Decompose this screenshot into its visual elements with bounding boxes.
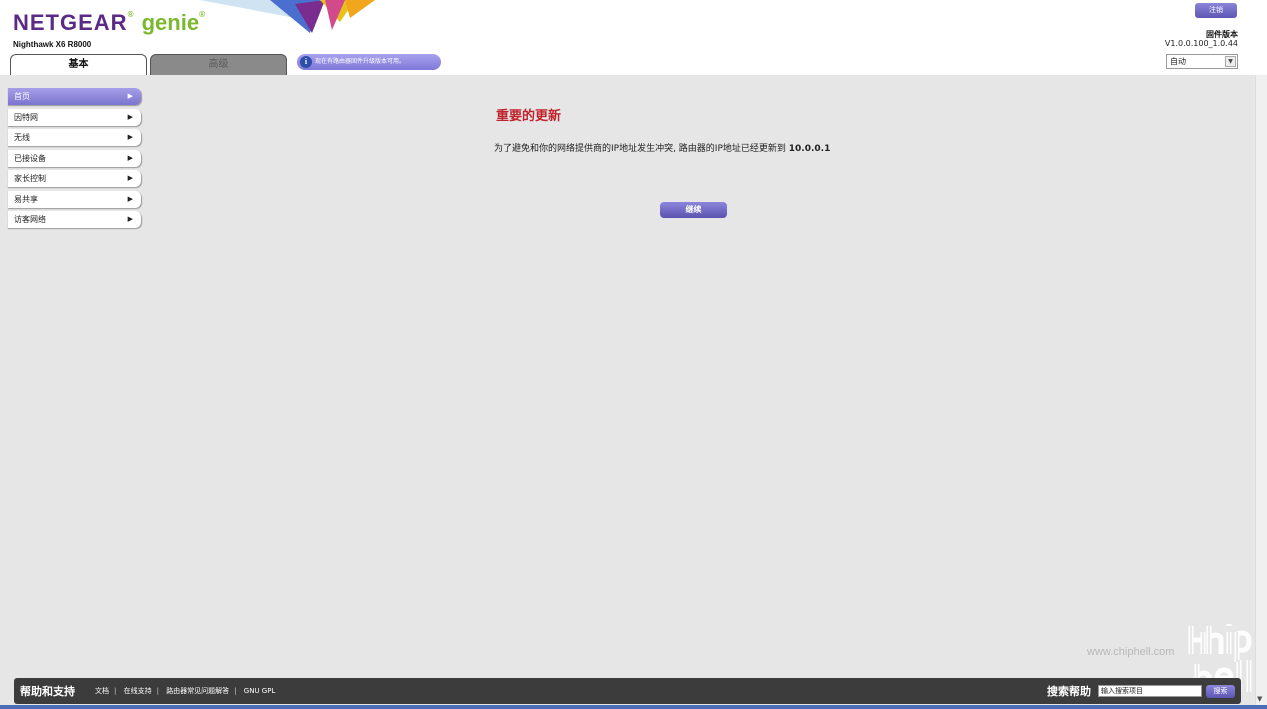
chevron-down-icon[interactable]: ▼ [1225,56,1236,67]
footer-link-online-support[interactable]: 在线支持 [124,687,152,695]
sidebar-item-label: 首页 [14,92,30,101]
footer-separator: | [114,687,117,695]
help-search-input[interactable]: 输入搜索项目 [1098,685,1202,697]
caret-right-icon: ▶ [127,112,133,121]
update-message: 为了避免和你的网络提供商的IP地址发生冲突, 路由器的IP地址已经更新到 10.… [494,141,830,154]
watermark-text: www.chiphell.com [1087,646,1175,658]
caret-right-icon: ▶ [127,153,133,162]
sidebar-item-label: 因特网 [14,112,38,122]
tab-advanced[interactable]: 高级 [150,54,287,75]
sidebar-item-label: 已接设备 [14,153,46,163]
logo-netgear-text: NETGEAR [13,10,128,35]
caret-right-icon: ▶ [127,92,133,100]
footer-links: 文档 | 在线支持 | 路由器常见问题解答 | GNU GPL [95,686,275,696]
sidebar: 首页 ▶ 因特网 ▶ 无线 ▶ 已接设备 ▶ 家长控制 ▶ 易共享 ▶ 访客网络… [7,88,141,232]
info-icon: i [300,56,312,68]
firmware-update-notice[interactable]: i 现在有路由器固件升级版本可用。 [297,54,441,70]
sidebar-item-guest-network[interactable]: 访客网络 ▶ [7,211,141,228]
footer-search-label: 搜索帮助 [1047,685,1091,698]
logout-button[interactable]: 注销 [1195,3,1237,18]
footer-help-title: 帮助和支持 [20,685,75,698]
help-search-button[interactable]: 搜索 [1206,685,1235,698]
update-message-text: 为了避免和你的网络提供商的IP地址发生冲突, 路由器的IP地址已经更新到 [494,144,786,154]
bottom-bar [0,705,1267,709]
new-ip-address: 10.0.0.1 [788,144,831,154]
tab-basic[interactable]: 基本 [10,54,147,75]
language-select-value: 自动 [1170,57,1186,66]
caret-right-icon: ▶ [127,133,133,141]
footer-separator: | [234,687,237,695]
sidebar-item-home[interactable]: 首页 ▶ [7,88,141,105]
sidebar-item-label: 家长控制 [14,174,46,183]
firmware-version: V1.0.0.100_1.0.44 [1164,39,1238,48]
language-select[interactable]: 自动 ▼ [1166,54,1238,69]
sidebar-item-label: 无线 [14,133,30,142]
footer-link-documentation[interactable]: 文档 [95,687,109,695]
netgear-genie-logo[interactable]: NETGEAR® genie® [13,10,206,36]
sidebar-item-readyshare[interactable]: 易共享 ▶ [7,190,141,208]
caret-right-icon: ▶ [127,215,133,223]
footer: 帮助和支持 文档 | 在线支持 | 路由器常见问题解答 | GNU GPL 搜索帮助 … [14,678,1241,704]
sidebar-item-wireless[interactable]: 无线 ▶ [7,129,141,146]
page-title: 重要的更新 [496,109,562,124]
sidebar-item-parental-controls[interactable]: 家长控制 ▶ [7,170,141,187]
scroll-down-icon[interactable]: ▼ [1257,695,1262,703]
sidebar-item-label: 访客网络 [14,215,46,224]
router-model: Nighthawk X6 R8000 [13,40,92,49]
brand-art-graphic [200,0,375,33]
scrollbar[interactable] [1255,75,1267,705]
sidebar-item-label: 易共享 [14,194,38,204]
footer-link-gnu-gpl[interactable]: GNU GPL [244,687,276,695]
footer-separator: | [156,687,159,695]
sidebar-item-internet[interactable]: 因特网 ▶ [7,108,141,126]
continue-button[interactable]: 继续 [660,202,727,218]
logo-genie-text: genie [141,10,200,35]
caret-right-icon: ▶ [127,194,133,203]
sidebar-item-attached-devices[interactable]: 已接设备 ▶ [7,149,141,167]
caret-right-icon: ▶ [127,174,133,182]
firmware-update-notice-text: 现在有路由器固件升级版本可用。 [315,58,406,65]
footer-link-faq[interactable]: 路由器常见问题解答 [166,687,229,695]
header: NETGEAR® genie® Nighthawk X6 R8000 基本 高级… [0,0,1267,75]
